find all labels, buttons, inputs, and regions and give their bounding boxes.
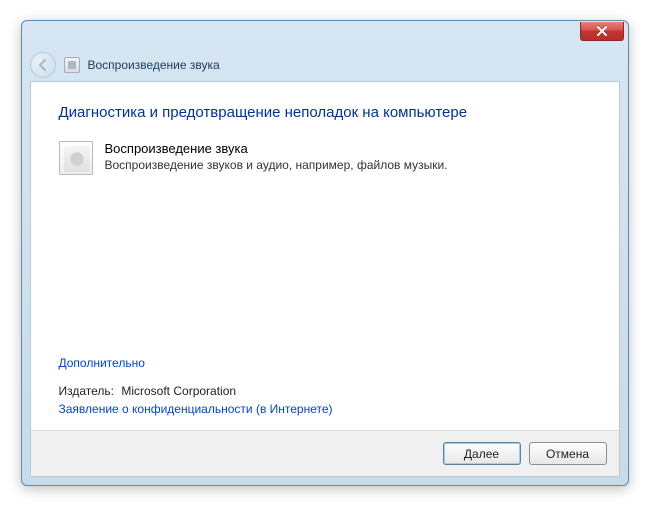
troubleshooter-item: Воспроизведение звука Воспроизведение зв… [59, 141, 591, 175]
troubleshooter-title: Воспроизведение звука [105, 141, 448, 156]
privacy-link[interactable]: Заявление о конфиденциальности (в Интерн… [59, 402, 333, 416]
publisher-label: Издатель: [59, 384, 115, 398]
troubleshooter-text: Воспроизведение звука Воспроизведение зв… [105, 141, 448, 175]
close-button[interactable] [580, 22, 624, 41]
publisher-value: Microsoft Corporation [121, 384, 236, 398]
dialog-footer: Далее Отмена [31, 430, 619, 476]
content-body: Диагностика и предотвращение неполадок н… [31, 82, 619, 430]
cancel-button[interactable]: Отмена [529, 442, 607, 465]
next-button[interactable]: Далее [443, 442, 521, 465]
advanced-link[interactable]: Дополнительно [59, 356, 145, 370]
titlebar [22, 21, 628, 49]
bottom-links: Дополнительно Издатель: Microsoft Corpor… [59, 356, 333, 416]
window-title: Воспроизведение звука [88, 58, 220, 72]
content-area: Диагностика и предотвращение неполадок н… [30, 81, 620, 477]
close-icon [596, 26, 608, 36]
page-heading: Диагностика и предотвращение неполадок н… [59, 104, 591, 121]
publisher-row: Издатель: Microsoft Corporation [59, 384, 333, 398]
back-button[interactable] [30, 52, 56, 78]
troubleshooter-description: Воспроизведение звуков и аудио, например… [105, 158, 448, 172]
back-arrow-icon [36, 58, 50, 72]
troubleshooter-window: Воспроизведение звука Диагностика и пред… [21, 20, 629, 486]
audio-troubleshoot-icon [59, 141, 93, 175]
wizard-header: Воспроизведение звука [22, 49, 628, 81]
window-small-icon [64, 57, 80, 73]
